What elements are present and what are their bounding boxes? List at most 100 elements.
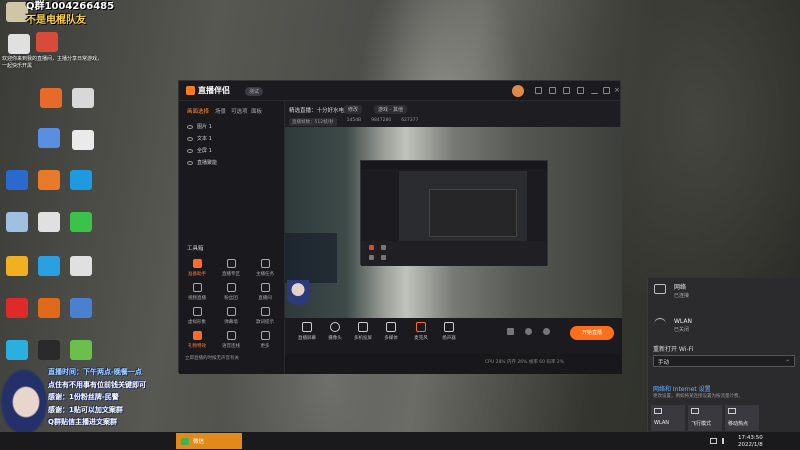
- vtuber-avatar: [0, 362, 48, 434]
- eye-icon[interactable]: [187, 160, 193, 165]
- layer-item[interactable]: 图片 1: [187, 123, 212, 130]
- desktop-icon[interactable]: [38, 170, 60, 190]
- eye-icon[interactable]: [187, 124, 193, 129]
- tab-scene-select[interactable]: 画面选择: [187, 107, 209, 115]
- desktop-icon[interactable]: [38, 256, 60, 276]
- network-item-wlan[interactable]: WLAN 已关闭: [654, 318, 692, 333]
- quick-tile-wlan[interactable]: WLAN: [651, 405, 685, 431]
- chevron-down-icon: ⌄: [785, 357, 790, 363]
- desktop-icon[interactable]: [8, 34, 30, 54]
- qq-group-banner: Q群1004266485 不是电棍队友: [26, 0, 114, 28]
- tab-panel[interactable]: 面板: [251, 107, 262, 115]
- desktop-icon[interactable]: [36, 32, 58, 52]
- desktop-icon[interactable]: [6, 256, 28, 276]
- desktop-icon[interactable]: [70, 170, 92, 190]
- camera-button[interactable]: 摄像头: [321, 322, 349, 341]
- message-icon[interactable]: [535, 87, 542, 94]
- audio-notice[interactable]: 立即直播的时候无声音有关: [185, 355, 239, 361]
- tool-item[interactable]: 直播间: [251, 283, 279, 301]
- tool-item[interactable]: 准备助手: [183, 259, 211, 277]
- menu-icon[interactable]: [577, 87, 584, 94]
- desktop-icon[interactable]: [6, 170, 28, 190]
- tool-item[interactable]: 主播任务: [251, 259, 279, 277]
- desktop-icon[interactable]: [38, 128, 60, 148]
- desktop-icon[interactable]: [38, 298, 60, 318]
- network-settings-link[interactable]: 网络和 Internet 设置: [653, 384, 711, 393]
- tool-item[interactable]: 视频直播: [183, 283, 211, 301]
- tab-scene[interactable]: 场景: [215, 107, 226, 115]
- tool-item[interactable]: 粉丝团: [217, 283, 245, 301]
- streaming-app-window: 直播伴侣 测试 × 画面选择 场景 可选项 面板 图片 1 文本 1 全屏 1 …: [178, 80, 622, 374]
- desktop-icon[interactable]: [40, 88, 62, 108]
- start-live-button[interactable]: 开始直播: [570, 326, 614, 340]
- tool-item[interactable]: 虚拟形象: [183, 307, 211, 325]
- desktop-icon[interactable]: [6, 2, 28, 22]
- desktop-icon[interactable]: [6, 298, 28, 318]
- tool-item[interactable]: 直播专区: [217, 259, 245, 277]
- speaker-button[interactable]: 扬声器: [435, 322, 463, 341]
- tool-icon: [226, 259, 236, 268]
- tool-icon: [226, 283, 236, 292]
- tab-options[interactable]: 可选项: [231, 107, 248, 115]
- layer-item[interactable]: 全屏 1: [187, 147, 212, 154]
- tool-item[interactable]: 歌词提示: [251, 307, 279, 325]
- phone-cast-button[interactable]: 多机投屏: [349, 322, 377, 341]
- tool-item[interactable]: 语音连线: [217, 331, 245, 349]
- gear-icon[interactable]: [543, 328, 550, 335]
- volume-tray-icon[interactable]: [722, 438, 728, 444]
- avatar[interactable]: [512, 85, 524, 97]
- media-button[interactable]: 多媒体: [377, 322, 405, 341]
- close-icon[interactable]: ×: [614, 87, 621, 94]
- nested-preview-window: [360, 160, 548, 266]
- stream-preview[interactable]: [285, 127, 622, 318]
- settings-icon[interactable]: [563, 87, 570, 94]
- quick-tile-hotspot[interactable]: 移动热点: [725, 405, 759, 431]
- layer-item[interactable]: 文本 1: [187, 135, 212, 142]
- play-icon: [386, 322, 396, 332]
- tool-icon: [260, 283, 270, 292]
- network-tray-icon[interactable]: [710, 438, 717, 444]
- app-logo: 直播伴侣: [186, 85, 230, 96]
- quick-tile-airplane[interactable]: 飞行模式: [688, 405, 722, 431]
- app-titlebar: 直播伴侣 测试 ×: [179, 81, 620, 101]
- nested-icon: [369, 245, 374, 250]
- tool-item[interactable]: 礼物特效: [183, 331, 211, 349]
- wifi-off-icon: [654, 318, 666, 328]
- desktop-icon[interactable]: [70, 298, 92, 318]
- tool-icon: [260, 259, 270, 268]
- layer-item[interactable]: 直播聚能: [187, 159, 217, 166]
- desktop-icon[interactable]: [70, 340, 92, 360]
- wifi-reopen-select[interactable]: 手动 ⌄: [653, 355, 795, 367]
- microphone-button[interactable]: 麦克风: [407, 322, 435, 341]
- effect-icon[interactable]: [525, 328, 532, 335]
- clock-time: 17:43:50: [738, 435, 763, 441]
- eye-icon[interactable]: [187, 136, 193, 141]
- record-icon[interactable]: [507, 328, 514, 335]
- stat-db: 1d5dB: [346, 118, 362, 123]
- desktop-icon[interactable]: [38, 340, 60, 360]
- nested-bottom-bar: [361, 241, 547, 266]
- tool-item[interactable]: 更多: [251, 331, 279, 349]
- desktop-icon[interactable]: [6, 212, 28, 232]
- maximize-icon[interactable]: [603, 87, 610, 94]
- tool-item[interactable]: 弹幕墙: [217, 307, 245, 325]
- desktop-icon[interactable]: [6, 340, 28, 360]
- status-bar: CPU 28% 内存 26% 帧率 60 码率 2%: [285, 354, 622, 374]
- desktop-icon[interactable]: [70, 256, 92, 276]
- desktop-icon[interactable]: [72, 88, 94, 108]
- screen-capture-button[interactable]: 直播屏幕: [293, 322, 321, 341]
- taskbar-clock[interactable]: 17:43:50 2022/1/8: [738, 435, 763, 449]
- overlay-line: 感谢：1份粉丝牌-民警: [48, 393, 119, 401]
- edit-title-button[interactable]: 修改: [344, 105, 363, 114]
- eye-icon[interactable]: [187, 148, 193, 153]
- app-name: 直播伴侣: [198, 86, 230, 95]
- taskbar-app-wechat[interactable]: 微信: [176, 433, 242, 449]
- desktop-icon[interactable]: [72, 130, 94, 150]
- minimize-icon[interactable]: [591, 87, 598, 94]
- gift-icon[interactable]: [549, 87, 556, 94]
- desktop-icon[interactable]: [38, 212, 60, 232]
- category-select[interactable]: 游戏 - 其他: [374, 105, 407, 114]
- network-item-wired[interactable]: 网络 已连接: [654, 284, 689, 299]
- tool-icon: [226, 331, 236, 340]
- desktop-icon[interactable]: [70, 212, 92, 232]
